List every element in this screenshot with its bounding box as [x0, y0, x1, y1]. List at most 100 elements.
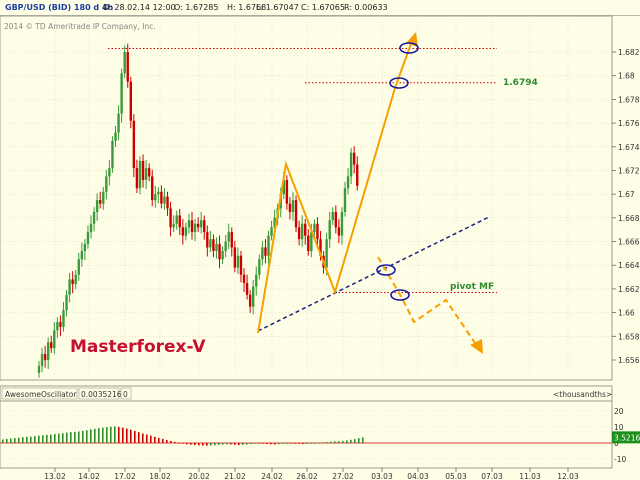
price-tick-label: 1.668	[618, 214, 640, 223]
osc-bar	[190, 443, 192, 445]
osc-bar	[214, 443, 216, 446]
osc-bar	[34, 436, 36, 443]
osc-bar	[194, 443, 196, 446]
candle-body	[304, 223, 307, 236]
time-tick-label: 11.03	[519, 472, 541, 480]
candle-body	[43, 354, 47, 360]
osc-bar	[58, 433, 60, 443]
osc-bar	[286, 443, 288, 444]
osc-bar	[26, 436, 28, 443]
osc-bar	[302, 443, 304, 445]
osc-bar	[158, 437, 160, 443]
candle-body	[151, 176, 154, 201]
candle-body	[212, 239, 215, 252]
candle-body	[291, 200, 295, 212]
candle-body	[46, 342, 50, 360]
osc-bar	[130, 429, 132, 443]
osc-bar	[98, 428, 100, 443]
candle-body	[328, 220, 331, 240]
osc-bar	[18, 437, 20, 443]
candle-body	[184, 227, 188, 236]
oscillator-unit-label: <thousandths>	[553, 390, 612, 399]
candle-body	[196, 223, 200, 228]
osc-bar	[38, 435, 40, 443]
osc-bar	[258, 443, 260, 444]
osc-bar	[346, 440, 348, 443]
candle-body	[248, 294, 252, 307]
osc-bar	[138, 432, 140, 443]
time-tick-label: 05.03	[445, 472, 467, 480]
price-tick-label: 1.66	[618, 309, 635, 318]
osc-bar	[218, 443, 220, 445]
osc-bar	[330, 441, 332, 443]
osc-bar	[282, 443, 284, 444]
osc-bar	[266, 443, 268, 444]
candle-body	[258, 259, 261, 275]
osc-bar	[154, 436, 156, 443]
osc-bar	[246, 443, 248, 445]
candle-body	[203, 220, 206, 233]
candle-body	[209, 239, 212, 248]
candle-body	[172, 223, 175, 228]
time-tick-label: 07.03	[481, 472, 503, 480]
osc-bar	[6, 439, 8, 443]
candle-body	[53, 330, 56, 349]
time-tick-label: 12.03	[557, 472, 579, 480]
osc-bar	[274, 443, 276, 445]
candle-body	[132, 120, 136, 169]
osc-tick-label: 10	[614, 423, 624, 432]
candle-body	[325, 239, 328, 268]
candle-body	[120, 73, 123, 114]
candle-body	[346, 176, 350, 189]
osc-bar	[334, 441, 336, 443]
osc-bar	[30, 436, 32, 443]
osc-bar	[306, 443, 308, 444]
osc-bar	[318, 442, 320, 444]
time-tick-label: 27.02	[332, 472, 354, 480]
oscillator-suffix: 0	[123, 390, 128, 399]
candle-body	[294, 200, 298, 228]
osc-bar	[62, 433, 64, 443]
candle-body	[252, 286, 255, 307]
price-tick-label: 1.682	[618, 48, 640, 57]
osc-bar	[314, 443, 316, 444]
price-axis: 1.682 1.68 1.678 1.676 1.674 1.672 1.67 1.668 1.…	[612, 48, 640, 365]
osc-bar	[230, 443, 232, 445]
price-tick-label: 1.67	[618, 190, 635, 199]
osc-bar	[10, 438, 12, 443]
candle-body	[340, 211, 344, 236]
osc-bar	[338, 441, 340, 443]
candle-body	[199, 220, 203, 228]
candle-body	[147, 168, 151, 177]
osc-bar	[170, 440, 172, 443]
oscillator-axis: 20100-103.52162	[612, 407, 640, 464]
osc-bar	[290, 443, 292, 444]
candle-body	[190, 220, 194, 233]
osc-bar	[126, 428, 128, 443]
candle-body	[343, 188, 347, 212]
osc-bar	[122, 427, 124, 443]
time-tick-label: 14.02	[78, 472, 100, 480]
candle-body	[352, 152, 356, 165]
candle-body	[334, 211, 338, 228]
candle-body	[236, 255, 240, 268]
main-plot-frame	[0, 15, 613, 381]
candle-body	[92, 211, 96, 224]
copyright-text: 2014 © TD Ameritrade IP Company, Inc.	[4, 22, 156, 31]
osc-bar	[358, 438, 360, 443]
candle-body	[111, 140, 114, 169]
candle-body	[267, 235, 270, 256]
osc-bar	[202, 443, 204, 446]
osc-bar	[46, 434, 48, 443]
candle-body	[141, 160, 145, 180]
candle-body	[233, 247, 237, 268]
candle-body	[102, 191, 105, 204]
price-tick-label: 1.672	[618, 166, 640, 175]
osc-bar	[254, 443, 256, 444]
candle-body	[89, 223, 93, 233]
candle-body	[221, 251, 224, 260]
osc-bar	[94, 428, 96, 443]
candle-body	[227, 232, 230, 242]
osc-bar	[54, 434, 56, 443]
candle-body	[138, 160, 142, 189]
